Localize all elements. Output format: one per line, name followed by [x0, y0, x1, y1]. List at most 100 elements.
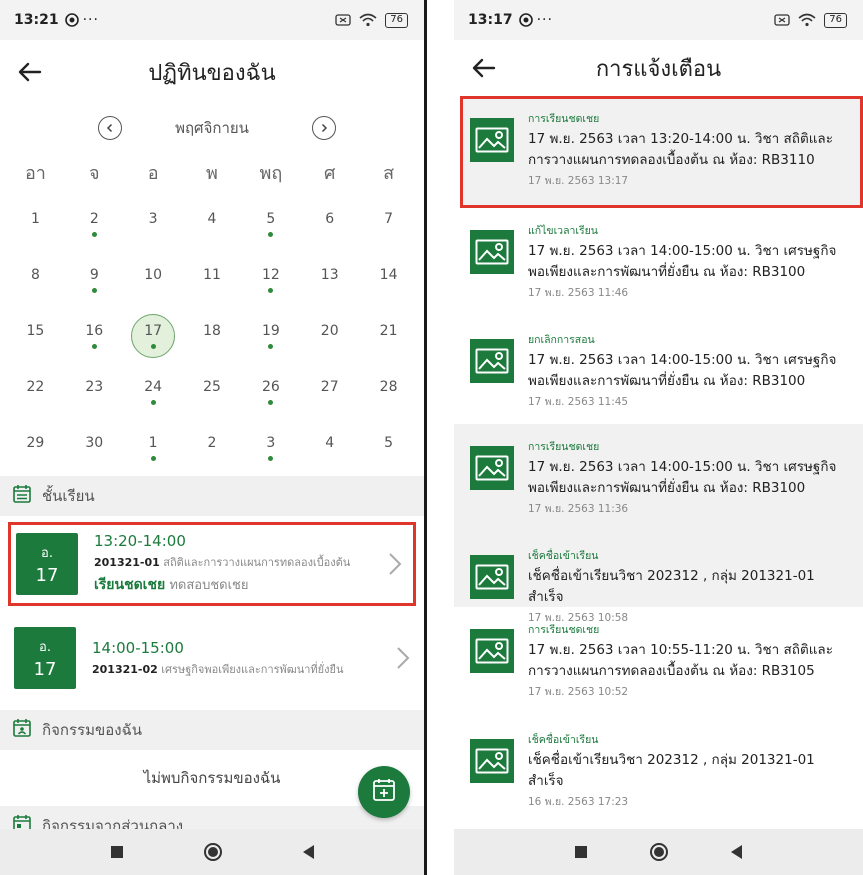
weekday-label: พ [206, 163, 218, 184]
day-number: 3 [148, 211, 158, 227]
calendar-day[interactable]: 7 [359, 196, 418, 252]
day-number: 23 [85, 379, 104, 395]
calendar-day[interactable]: 20 [300, 308, 359, 364]
calendar-day[interactable]: 30 [65, 420, 124, 476]
day-number: 13 [320, 267, 339, 283]
day-number: 29 [26, 435, 45, 451]
notification-time: 17 พ.ย. 2563 10:52 [528, 686, 629, 698]
calendar-day[interactable]: 1 [6, 196, 65, 252]
calendar-day[interactable]: 15 [6, 308, 65, 364]
notification-text: 17 พ.ย. 2563 เวลา 10:55-11:20 น. วิชา สถ… [528, 642, 833, 679]
day-number: 4 [207, 211, 217, 227]
no-event [327, 344, 332, 349]
weekday-label: พฤ [259, 163, 283, 184]
notification-item[interactable]: การเรียนชดเชย 17 พ.ย. 2563 เวลา 14:00-15:… [454, 424, 863, 533]
calendar-day[interactable]: 4 [300, 420, 359, 476]
notification-category: การเรียนชดเชย [528, 441, 600, 453]
notification-text: 17 พ.ย. 2563 เวลา 14:00-15:00 น. วิชา เศ… [528, 352, 837, 389]
notification-item[interactable]: เช็คชื่อเข้าเรียน เช็คชื่อเข้าเรียนวิชา 2… [454, 717, 863, 808]
notification-item[interactable]: ยกเลิกการสอน 17 พ.ย. 2563 เวลา 14:00-15:0… [454, 317, 863, 424]
calendar-day[interactable]: 4 [183, 196, 242, 252]
calendar-day[interactable]: 11 [183, 252, 242, 308]
back-nav-icon[interactable] [730, 845, 742, 859]
class-code: 201321-02 [92, 662, 158, 676]
notification-time: 17 พ.ย. 2563 11:46 [528, 287, 629, 299]
calendar-day[interactable]: 2 [65, 196, 124, 252]
app-bar: ปฏิทินของฉัน [0, 40, 424, 104]
calendar-day[interactable]: 10 [124, 252, 183, 308]
calendar-day[interactable]: 12 [241, 252, 300, 308]
class-day: 17 [33, 659, 57, 680]
back-arrow-icon[interactable] [470, 54, 498, 82]
image-placeholder-icon [470, 739, 514, 783]
notification-item[interactable]: เช็คชื่อเข้าเรียน เช็คชื่อเข้าเรียนวิชา 2… [454, 533, 863, 624]
calendar-day[interactable]: 1 [124, 420, 183, 476]
back-nav-icon[interactable] [302, 845, 314, 859]
weekday-label: อา [24, 163, 46, 184]
no-event [327, 456, 332, 461]
recents-icon[interactable] [575, 846, 588, 858]
calendar-day[interactable]: 5 [359, 420, 418, 476]
day-number: 25 [203, 379, 221, 395]
day-number: 4 [325, 435, 335, 451]
notification-item[interactable]: การเรียนชดเชย 17 พ.ย. 2563 เวลา 10:55-11:… [454, 607, 863, 717]
add-event-button[interactable] [358, 766, 410, 818]
class-card[interactable]: อ. 17 13:20-14:00 201321-01 สถิติและการว… [8, 522, 416, 606]
chevron-right-icon [396, 646, 410, 670]
calendar-day[interactable]: 25 [183, 364, 242, 420]
month-label: พฤศจิกายน [175, 119, 249, 137]
home-icon[interactable] [203, 843, 222, 861]
calendar-day[interactable]: 21 [359, 308, 418, 364]
calendar-day[interactable]: 2 [183, 420, 242, 476]
class-day: 17 [35, 565, 59, 586]
no-event [33, 456, 38, 461]
day-number: 5 [384, 435, 394, 451]
event-dot [268, 456, 274, 461]
calendar-day[interactable]: 3 [241, 420, 300, 476]
back-arrow-icon[interactable] [16, 58, 44, 86]
home-icon[interactable] [649, 843, 668, 861]
calendar-day[interactable]: 16 [65, 308, 124, 364]
calendar-day[interactable]: 6 [300, 196, 359, 252]
no-event [33, 400, 38, 405]
recents-icon[interactable] [110, 846, 123, 858]
class-card[interactable]: อ. 17 14:00-15:00 201321-02 เศรษฐกิจพอเพ… [0, 616, 424, 700]
day-number: 7 [384, 211, 394, 227]
page-title: การแจ้งเตือน [595, 56, 722, 82]
notification-text: 17 พ.ย. 2563 เวลา 14:00-15:00 น. วิชา เศ… [528, 459, 837, 496]
calendar-day[interactable]: 5 [241, 196, 300, 252]
next-month-icon[interactable] [312, 116, 336, 140]
calendar-day[interactable]: 23 [65, 364, 124, 420]
calendar-day[interactable]: 27 [300, 364, 359, 420]
calendar-day[interactable]: 13 [300, 252, 359, 308]
no-event [386, 344, 391, 349]
calendar-day[interactable]: 14 [359, 252, 418, 308]
notification-category: แก้ไขเวลาเรียน [528, 225, 598, 237]
calendar-day[interactable]: 19 [241, 308, 300, 364]
calendar-day[interactable]: 8 [6, 252, 65, 308]
calendar-day[interactable]: 24 [124, 364, 183, 420]
calendar-day[interactable]: 29 [6, 420, 65, 476]
wifi-icon [798, 13, 816, 27]
calendar-day[interactable]: 26 [241, 364, 300, 420]
no-event [327, 400, 332, 405]
calendar-day[interactable]: 18 [183, 308, 242, 364]
calendar-day[interactable]: 9 [65, 252, 124, 308]
day-number: 6 [325, 211, 335, 227]
calendar-day[interactable]: 28 [359, 364, 418, 420]
sim-icon [774, 14, 790, 26]
weekday-label: อ [147, 163, 159, 184]
prev-month-icon[interactable] [98, 116, 122, 140]
image-placeholder-icon [470, 230, 514, 274]
event-dot [268, 232, 274, 237]
notification-app-icon [518, 13, 533, 27]
notification-item[interactable]: การเรียนชดเชย 17 พ.ย. 2563 เวลา 13:20-14:… [460, 96, 863, 208]
calendar-day-selected[interactable]: 17 [124, 308, 183, 364]
calendar-day[interactable]: 3 [124, 196, 183, 252]
event-dot [268, 344, 274, 349]
no-event [209, 232, 214, 237]
calendar-day[interactable]: 22 [6, 364, 65, 420]
no-event [33, 344, 38, 349]
notification-item[interactable]: แก้ไขเวลาเรียน 17 พ.ย. 2563 เวลา 14:00-15… [454, 208, 863, 317]
event-dot [268, 400, 274, 405]
